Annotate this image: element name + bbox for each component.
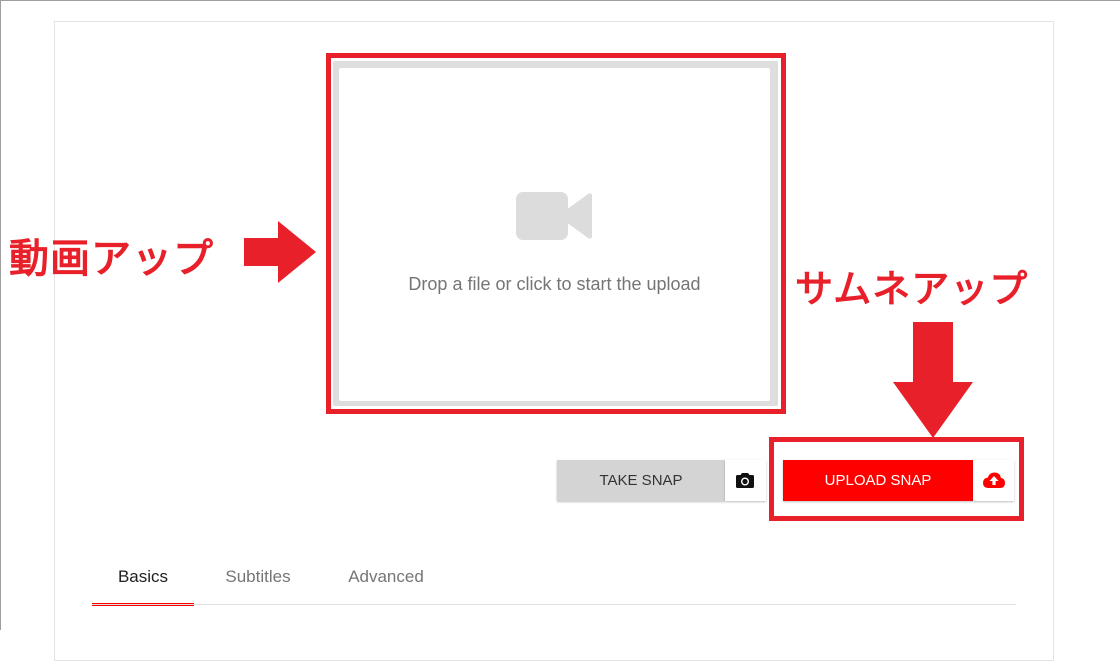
take-snap-button[interactable]: TAKE SNAP (557, 460, 725, 501)
upload-snap-highlight-frame (769, 437, 1024, 521)
camera-icon (736, 473, 754, 488)
arrow-right-icon (244, 221, 316, 283)
annotation-video-upload: 動画アップ (9, 236, 214, 282)
tab-subtitles[interactable]: Subtitles (207, 560, 309, 603)
annotation-thumbnail-upload: サムネアップ (795, 267, 1029, 311)
tab-basics[interactable]: Basics (92, 560, 194, 606)
tab-bar-divider (92, 604, 1016, 605)
window-border-left (0, 0, 1, 630)
arrow-down-icon (893, 322, 973, 438)
dropzone-highlight-frame (326, 53, 786, 414)
window-border-top (0, 0, 1120, 1)
tab-bar: Basics Subtitles Advanced (92, 560, 1016, 606)
take-snap-icon-button[interactable] (725, 460, 766, 501)
tab-advanced[interactable]: Advanced (335, 560, 437, 603)
